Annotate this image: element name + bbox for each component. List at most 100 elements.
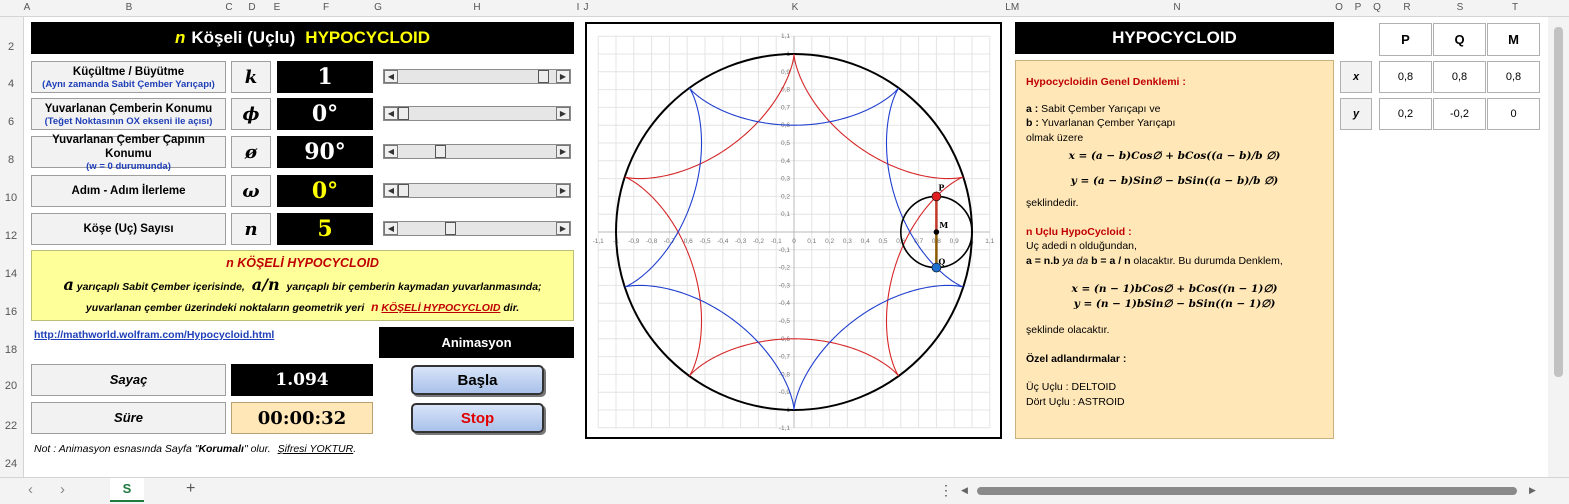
point-label-q: Q xyxy=(938,257,945,267)
next-sheet-icon[interactable]: › xyxy=(60,481,65,498)
scroll-left-icon[interactable]: ◀ xyxy=(384,145,398,158)
row-header-18[interactable]: 18 xyxy=(0,344,22,356)
control-label-text: Köşe (Uç) Sayısı xyxy=(83,223,174,235)
row-header-2[interactable]: 2 xyxy=(0,41,22,53)
column-header-M[interactable]: M xyxy=(1009,2,1021,13)
control-scrollbar[interactable]: ◀ ▶ xyxy=(383,183,571,198)
control-label-4: Köşe (Uç) Sayısı xyxy=(31,213,226,245)
mathworld-link[interactable]: http://mathworld.wolfram.com/Hypocycloid… xyxy=(34,329,274,341)
row-header-12[interactable]: 12 xyxy=(0,230,22,242)
x-tick-label: -0,8 xyxy=(646,238,658,245)
equation-n-x: x = (n − 1)bCos∅ + bCos((n − 1)∅) xyxy=(1071,283,1278,295)
scroll-thumb[interactable] xyxy=(445,222,456,235)
control-label-text: Yuvarlanan Çember Çapının Konumu xyxy=(52,133,205,160)
row-header-22[interactable]: 22 xyxy=(0,420,22,432)
horizontal-scrollbar[interactable]: ◀ ▶ xyxy=(961,483,1541,498)
y-tick-label: 0,7 xyxy=(781,104,790,111)
control-scrollbar[interactable]: ◀ ▶ xyxy=(383,144,571,159)
column-header-D[interactable]: D xyxy=(246,2,258,13)
column-header-K[interactable]: K xyxy=(789,2,801,13)
column-header-Q[interactable]: Q xyxy=(1371,2,1383,13)
x-tick-label: 0,5 xyxy=(878,238,887,245)
table-cell[interactable]: 0,2 xyxy=(1379,98,1432,130)
x-tick-label: 0,9 xyxy=(950,238,959,245)
sheet-tab[interactable]: S xyxy=(110,478,144,502)
scroll-right-icon[interactable]: ▶ xyxy=(556,222,570,235)
row-header-10[interactable]: 10 xyxy=(0,192,22,204)
table-cell[interactable]: 0,8 xyxy=(1487,61,1540,93)
table-cell[interactable]: 0,8 xyxy=(1379,61,1432,93)
column-header-B[interactable]: B xyxy=(123,2,135,13)
scroll-thumb[interactable] xyxy=(398,184,409,197)
row-header-14[interactable]: 14 xyxy=(0,268,22,280)
note-line1: a yarıçaplı Sabit Çember içerisinde, a/n… xyxy=(32,275,573,294)
column-header-G[interactable]: G xyxy=(372,2,384,13)
note-line2: yuvarlanan çember üzerindeki noktaların … xyxy=(32,300,573,314)
control-scrollbar[interactable]: ◀ ▶ xyxy=(383,106,571,121)
vertical-scrollbar[interactable] xyxy=(1548,17,1569,477)
control-scrollbar[interactable]: ◀ ▶ xyxy=(383,221,571,236)
column-header-A[interactable]: A xyxy=(21,2,33,13)
control-value: 0° xyxy=(277,98,373,130)
column-header-C[interactable]: C xyxy=(223,2,235,13)
y-tick-label: -0,7 xyxy=(779,354,791,361)
column-header-H[interactable]: H xyxy=(471,2,483,13)
scroll-right-icon[interactable]: ▶ xyxy=(1529,485,1536,496)
point-m xyxy=(933,229,940,235)
table-cell[interactable]: 0,8 xyxy=(1433,61,1486,93)
table-header-p: P xyxy=(1379,23,1432,56)
control-scrollbar[interactable]: ◀ ▶ xyxy=(383,69,571,84)
scroll-right-icon[interactable]: ▶ xyxy=(556,145,570,158)
row-header-8[interactable]: 8 xyxy=(0,154,22,166)
table-row-label: x xyxy=(1340,61,1372,93)
scroll-left-icon[interactable]: ◀ xyxy=(384,184,398,197)
x-tick-label: 0,3 xyxy=(843,238,852,245)
row-header-4[interactable]: 4 xyxy=(0,78,22,90)
scroll-left-icon[interactable]: ◀ xyxy=(384,222,398,235)
x-tick-label: -0,2 xyxy=(753,238,765,245)
more-options-icon[interactable]: ⋮ xyxy=(939,482,953,499)
column-header-F[interactable]: F xyxy=(320,2,332,13)
footer-end: . xyxy=(353,443,357,455)
row-header-6[interactable]: 6 xyxy=(0,116,22,128)
add-sheet-icon[interactable]: + xyxy=(186,480,195,498)
footer-note: Not : Animasyon esnasında Sayfa "Korumal… xyxy=(34,443,356,455)
scroll-left-icon[interactable]: ◀ xyxy=(961,485,968,496)
horizontal-scroll-thumb[interactable] xyxy=(977,487,1517,495)
column-header-S[interactable]: S xyxy=(1454,2,1466,13)
scroll-thumb[interactable] xyxy=(538,70,549,83)
column-header-T[interactable]: T xyxy=(1509,2,1521,13)
start-button[interactable]: Başla xyxy=(411,365,544,395)
column-header-O[interactable]: O xyxy=(1333,2,1345,13)
scroll-left-icon[interactable]: ◀ xyxy=(384,107,398,120)
control-value: 0° xyxy=(277,175,373,207)
scroll-right-icon[interactable]: ▶ xyxy=(556,70,570,83)
prev-sheet-icon[interactable]: ‹ xyxy=(28,481,33,498)
column-header-J[interactable]: J xyxy=(580,2,592,13)
column-header-R[interactable]: R xyxy=(1401,2,1413,13)
scroll-right-icon[interactable]: ▶ xyxy=(556,107,570,120)
x-tick-label: -0,4 xyxy=(717,238,729,245)
scroll-right-icon[interactable]: ▶ xyxy=(556,184,570,197)
x-tick-label: 1,1 xyxy=(985,238,994,245)
control-label-2: Yuvarlanan Çember Çapının Konumu (w = 0 d… xyxy=(31,133,226,172)
row-header-20[interactable]: 20 xyxy=(0,380,22,392)
column-header-P[interactable]: P xyxy=(1352,2,1364,13)
x-tick-label: 0 xyxy=(792,238,796,245)
control-label-3: Adım - Adım İlerleme xyxy=(31,175,226,207)
vertical-scroll-thumb[interactable] xyxy=(1554,27,1563,377)
footer-bold: Korumalı xyxy=(198,443,244,455)
row-header-16[interactable]: 16 xyxy=(0,306,22,318)
column-header-N[interactable]: N xyxy=(1171,2,1183,13)
column-header-E[interactable]: E xyxy=(271,2,283,13)
table-cell[interactable]: -0,2 xyxy=(1433,98,1486,130)
row-header-24[interactable]: 24 xyxy=(0,458,22,470)
ab-relation: a = n.b ya da b = a / n olacaktır. Bu du… xyxy=(1026,254,1323,269)
table-cell[interactable]: 0 xyxy=(1487,98,1540,130)
scroll-thumb[interactable] xyxy=(435,145,446,158)
sure-value: 00:00:32 xyxy=(231,402,373,434)
right-title: HYPOCYCLOID xyxy=(1015,22,1334,54)
scroll-left-icon[interactable]: ◀ xyxy=(384,70,398,83)
stop-button[interactable]: Stop xyxy=(411,403,544,433)
scroll-thumb[interactable] xyxy=(398,107,409,120)
